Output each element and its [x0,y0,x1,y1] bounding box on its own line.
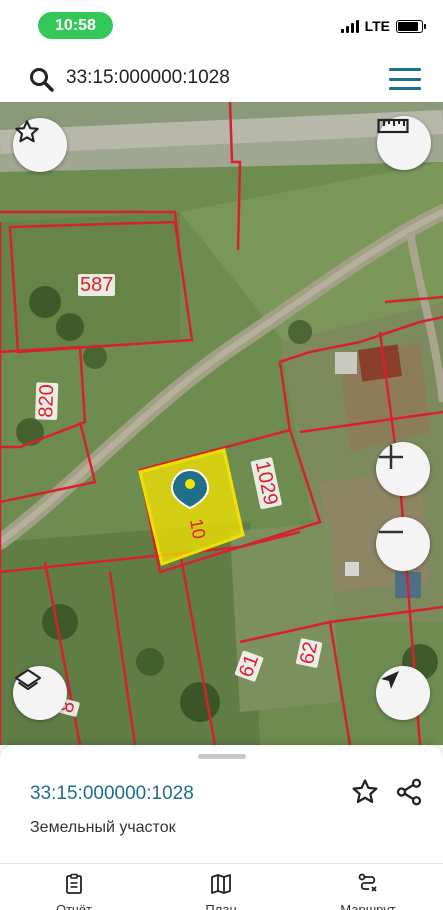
zoom-out-button[interactable] [376,517,430,571]
battery-icon [396,19,426,33]
search-input[interactable]: 33:15:000000:1028 [66,67,230,89]
layers-icon [15,669,41,690]
battery-fill [398,21,418,31]
ruler-button[interactable] [377,116,431,170]
layers-button[interactable] [13,666,67,720]
tab-report-label: Отчёт [55,902,93,910]
search-icon[interactable] [28,66,56,94]
tab-plan-label: План [205,902,237,910]
route-icon [358,873,377,892]
tab-report[interactable]: Отчёт [34,872,114,910]
map-view[interactable]: 10 587 820 1029 61 62 8 [0,102,443,745]
status-bar: 10:58 LTE [0,0,443,52]
ruler-icon [377,118,409,134]
parcel-type: Земельный участок [30,819,176,836]
star-outline-icon[interactable] [350,777,380,807]
sheet-drag-handle[interactable] [198,754,246,759]
clipboard-icon [66,873,82,894]
navigation-arrow-icon [381,671,399,689]
parcel-info-sheet[interactable]: 33:15:000000:1028 Земельный участок [0,745,443,863]
tab-route[interactable]: Маршрут [328,872,408,910]
favorite-button[interactable] [13,118,67,172]
parcel-label-820: 820 [35,381,59,421]
network-type: LTE [364,18,390,34]
share-icon[interactable] [394,777,424,807]
plus-icon [379,445,403,469]
status-time: 10:58 [38,12,113,39]
zoom-in-button[interactable] [376,442,430,496]
status-indicators: LTE [340,18,426,34]
bottom-tab-bar: Отчёт План Маршрут [0,863,443,910]
hamburger-menu-icon[interactable] [389,68,421,90]
parcel-label-587: 587 [78,274,116,296]
minus-icon [379,530,403,534]
selected-parcel-label: 10 [186,517,209,540]
satellite-imagery: 10 [0,102,443,745]
tab-plan[interactable]: План [181,872,261,910]
star-outline-icon [15,120,39,143]
search-bar[interactable]: 33:15:000000:1028 [8,58,437,100]
map-icon [211,874,231,894]
locate-button[interactable] [376,666,430,720]
parcel-cadastral-number: 33:15:000000:1028 [30,783,194,804]
signal-icon [340,19,359,33]
tab-route-label: Маршрут [340,902,396,910]
